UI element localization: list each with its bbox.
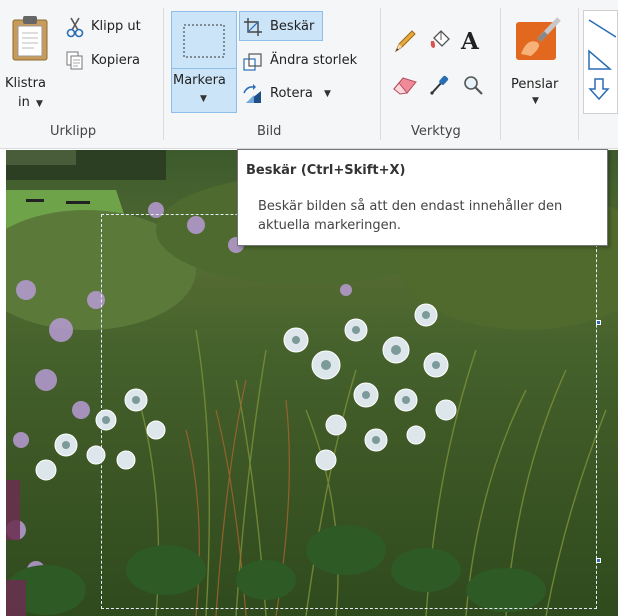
clipboard-group-label: Urklipp [50, 124, 97, 139]
resize-button[interactable]: Ändra storlek [241, 50, 371, 74]
paste-dropdown-icon[interactable]: ▼ [36, 99, 43, 109]
shapes-gallery [583, 10, 618, 114]
select-dropdown-icon[interactable]: ▼ [200, 94, 207, 104]
tools-group-label: Verktyg [411, 124, 461, 139]
color-picker-icon[interactable] [428, 73, 450, 97]
tooltip-body: Beskär bilden så att den endast innehåll… [258, 199, 563, 233]
arrow-down-icon[interactable] [586, 77, 616, 101]
rotate-button[interactable]: Rotera ▼ [241, 82, 341, 106]
crop-button[interactable]: Beskär [239, 11, 323, 41]
crop-tooltip: Beskär (Ctrl+Skift+X) Beskär bilden så a… [237, 149, 608, 246]
select-label: Markera [173, 73, 226, 88]
clipboard-icon [12, 16, 48, 61]
group-separator [163, 8, 164, 140]
cut-button[interactable]: Klipp ut [64, 16, 160, 38]
selection-handle[interactable] [596, 558, 601, 563]
image-group-label: Bild [257, 124, 282, 139]
text-icon[interactable]: A [461, 28, 479, 55]
resize-label: Ändra storlek [270, 53, 358, 68]
select-button[interactable]: Markera ▼ [171, 11, 237, 113]
pencil-icon[interactable] [393, 28, 417, 54]
brush-icon [516, 17, 561, 60]
tooltip-title: Beskär (Ctrl+Skift+X) [246, 163, 406, 178]
fill-icon[interactable] [428, 28, 452, 52]
copy-label: Kopiera [91, 53, 141, 68]
crop-label: Beskär [270, 19, 315, 34]
copy-icon [66, 51, 83, 70]
ribbon: Klistra in ▼ Klipp ut Kopiera Urklipp Ma… [0, 0, 618, 149]
crop-icon [244, 18, 262, 36]
eraser-icon[interactable] [392, 74, 418, 96]
select-rectangle-icon [183, 24, 225, 58]
brushes-dropdown-icon[interactable]: ▼ [532, 96, 539, 106]
line-icon[interactable] [586, 17, 616, 39]
selection-rectangle[interactable] [101, 214, 597, 609]
brushes-button[interactable]: Penslar ▼ [505, 12, 573, 114]
resize-icon [243, 53, 262, 71]
rotate-icon [243, 84, 261, 103]
group-separator [380, 8, 381, 140]
select-divider [172, 68, 236, 69]
selection-handle[interactable] [596, 320, 601, 325]
rotate-dropdown-icon[interactable]: ▼ [324, 89, 331, 99]
brushes-label: Penslar [511, 77, 559, 92]
cut-label: Klipp ut [91, 19, 141, 34]
paste-label: Klistra [5, 76, 46, 91]
rotate-label: Rotera [270, 86, 313, 101]
paste-button[interactable]: Klistra in ▼ [2, 8, 58, 114]
scissors-icon [66, 17, 84, 38]
magnifier-icon[interactable] [462, 74, 484, 96]
paste-label-line2: in [18, 95, 30, 110]
group-separator [500, 8, 501, 140]
triangle-icon[interactable] [586, 49, 616, 71]
group-separator [578, 8, 579, 140]
copy-button[interactable]: Kopiera [64, 50, 160, 72]
